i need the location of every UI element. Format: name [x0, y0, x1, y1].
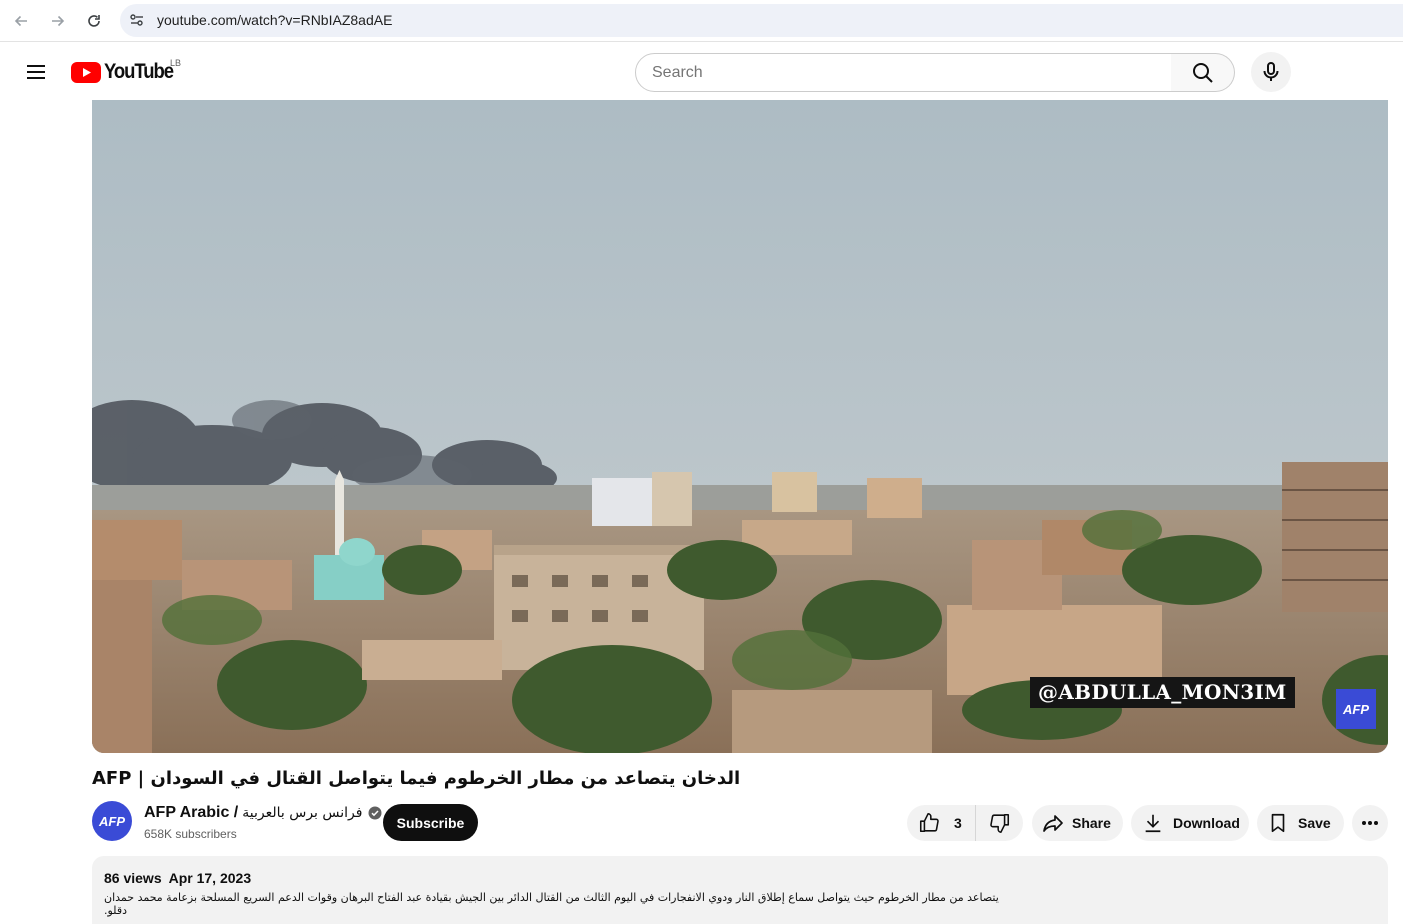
region-code: LB	[170, 58, 182, 68]
logo-text: YouTube	[104, 60, 174, 83]
afp-corner-logo: AFP	[1336, 689, 1376, 729]
download-icon	[1145, 814, 1161, 833]
reload-icon[interactable]	[81, 8, 107, 34]
hamburger-menu-icon[interactable]	[24, 60, 48, 84]
channel-name[interactable]: AFP Arabic / فرانس برس بالعربية	[144, 804, 382, 822]
address-bar[interactable]: youtube.com/watch?v=RNbIAZ8adAE	[120, 4, 1403, 37]
share-label: Share	[1072, 815, 1111, 831]
channel-name-latin[interactable]: AFP Arabic /	[144, 804, 238, 822]
video-frame	[92, 100, 1388, 753]
verified-badge-icon	[368, 806, 382, 820]
subscribe-button[interactable]: Subscribe	[383, 804, 478, 841]
dislike-button[interactable]	[976, 812, 1023, 834]
youtube-header: YouTube LB	[0, 43, 1403, 100]
description-meta: 86 views Apr 17, 2023	[104, 870, 251, 886]
search-button[interactable]	[1171, 53, 1235, 92]
channel-avatar[interactable]: AFP	[92, 801, 132, 841]
view-count: 86 views	[104, 870, 162, 886]
more-horizontal-icon	[1362, 821, 1378, 825]
voice-search-button[interactable]	[1251, 52, 1291, 92]
download-label: Download	[1173, 815, 1240, 831]
back-icon[interactable]	[8, 8, 34, 34]
description-text: يتصاعد من مطار الخرطوم حيث يتواصل سماع إ…	[104, 891, 999, 917]
like-dislike-group: 3	[907, 805, 1023, 841]
youtube-play-icon	[71, 61, 101, 83]
video-title: AFP | الدخان يتصاعد من مطار الخرطوم فيما…	[92, 768, 741, 789]
more-actions-button[interactable]	[1352, 805, 1388, 841]
youtube-logo[interactable]: YouTube	[71, 59, 182, 85]
forward-icon[interactable]	[45, 8, 71, 34]
save-label: Save	[1298, 815, 1331, 831]
share-icon	[1043, 815, 1063, 832]
search-input[interactable]	[636, 54, 1171, 91]
download-button[interactable]: Download	[1131, 805, 1249, 841]
microphone-icon	[1263, 62, 1279, 81]
search-box[interactable]	[635, 53, 1172, 92]
video-watermark-handle: @ABDULLA_MON3IM	[1030, 677, 1295, 708]
description-box[interactable]: 86 views Apr 17, 2023 يتصاعد من مطار الخر…	[92, 856, 1388, 924]
upload-date: Apr 17, 2023	[168, 870, 252, 886]
channel-name-arabic[interactable]: فرانس برس بالعربية	[242, 805, 362, 821]
share-button[interactable]: Share	[1032, 805, 1123, 841]
site-settings-icon[interactable]	[128, 11, 146, 34]
thumbs-down-icon	[989, 813, 1009, 833]
search-icon	[1192, 62, 1213, 83]
like-button[interactable]: 3	[907, 805, 976, 841]
like-count: 3	[954, 815, 962, 831]
save-button[interactable]: Save	[1257, 805, 1344, 841]
browser-toolbar: youtube.com/watch?v=RNbIAZ8adAE	[0, 0, 1403, 42]
thumbs-up-icon	[919, 813, 939, 833]
subscriber-count: 658K subscribers	[144, 827, 237, 841]
video-player[interactable]: @ABDULLA_MON3IM AFP	[92, 100, 1388, 753]
url-text[interactable]: youtube.com/watch?v=RNbIAZ8adAE	[157, 12, 392, 28]
bookmark-icon	[1271, 813, 1285, 833]
